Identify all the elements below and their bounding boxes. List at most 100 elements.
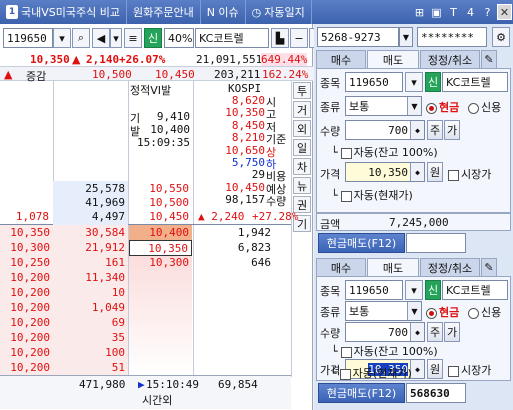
side-tab[interactable]: 거 — [293, 101, 311, 118]
trade-price: 10,200 — [0, 345, 53, 361]
market-price-checkbox[interactable]: 시장가 — [448, 362, 491, 378]
tab-sell-2[interactable]: 매도 — [367, 258, 419, 276]
menu-auto-journal[interactable]: ◷ 자동일지 — [246, 0, 312, 24]
password-field[interactable]: ******** — [417, 27, 487, 47]
num4-icon[interactable]: 4 — [463, 4, 478, 20]
list-icon[interactable]: ≡ — [124, 28, 142, 48]
cash-radio[interactable]: 현금 — [426, 99, 459, 115]
tab-buy-2[interactable]: 매수 — [316, 258, 366, 276]
up-arrow-icon: ▲ — [72, 52, 81, 66]
trade-price: 10,200 — [0, 300, 53, 316]
arrow-down-icon[interactable]: ▾ — [110, 28, 122, 48]
footer-time: 15:10:49 — [146, 378, 199, 391]
auto-remain-checkbox[interactable]: └ 자동(잔고 100%) — [331, 144, 438, 160]
side-tab[interactable]: 일 — [293, 139, 311, 156]
code-input[interactable]: 119650 — [345, 280, 403, 300]
vi-trigger-value: 10,400 — [150, 123, 190, 136]
dropdown-icon[interactable]: ▾ — [405, 280, 423, 300]
footer-up-icon: ▶ — [138, 378, 145, 391]
code-input[interactable]: 119650 — [345, 72, 403, 92]
stepper-icon[interactable]: ◆ — [410, 163, 424, 181]
footer-time-label: 시간외 — [142, 394, 173, 407]
trade-price: 10,200 — [0, 360, 53, 376]
type-select[interactable]: 보통 ▼ — [345, 96, 422, 116]
stepper-icon[interactable]: ◆ — [410, 323, 424, 341]
qty-input[interactable]: 700 ◆ — [345, 322, 425, 342]
trade-qty: 161 — [53, 255, 128, 271]
orderbook-header: ▲ 증감 10,500 10,450 203,211 162.24% — [0, 66, 313, 83]
cash-radio[interactable]: 현금 — [426, 304, 459, 320]
auto-remain-checkbox[interactable]: └ 자동(잔고 100%) — [331, 343, 438, 359]
side-tab[interactable]: 뉴 — [293, 177, 311, 194]
header-col2: 10,500 — [92, 68, 132, 81]
edit-icon[interactable]: ✎ — [481, 50, 497, 68]
price-label: 가격 — [320, 168, 341, 181]
text-icon[interactable]: ▣ — [429, 4, 444, 20]
credit-radio[interactable]: 신용 — [468, 99, 501, 115]
trade-price: 10,200 — [0, 270, 53, 286]
stock-code-input[interactable]: 119650 — [3, 28, 53, 48]
tab-sell[interactable]: 매도 — [367, 50, 419, 68]
type-select[interactable]: 보통 ▼ — [345, 301, 422, 321]
close-icon[interactable]: ✕ — [497, 4, 512, 20]
qty-label: 수량 — [320, 327, 341, 340]
amount-label: 금액 — [320, 218, 341, 231]
auto-current-checkbox[interactable]: └ 자동(현재가) — [330, 365, 412, 381]
auto-current-checkbox[interactable]: └ 자동(현재가) — [331, 187, 413, 203]
qty-unit-button[interactable]: 주 — [427, 322, 443, 342]
menu-won-order-label: 원화주문안내 — [132, 6, 194, 19]
search-icon[interactable]: ⌕ — [72, 28, 90, 48]
kospi-value: 98,157 — [225, 193, 265, 207]
tab-buy[interactable]: 매수 — [316, 50, 366, 68]
amount-row: 금액 7,245,000 — [316, 213, 511, 231]
type-value: 보통 — [349, 100, 370, 113]
side-tab[interactable]: 투 — [293, 82, 311, 99]
side-tab[interactable]: 차 — [293, 158, 311, 175]
qty-price-button[interactable]: 가 — [444, 322, 460, 342]
sell-submit-button-top[interactable]: 현금매도(F12) — [318, 233, 405, 253]
account-number[interactable]: 5268-9273 — [317, 27, 399, 47]
menu-won-order[interactable]: 원화주문안내 — [127, 0, 201, 24]
qty-unit-button[interactable]: 주 — [427, 120, 443, 140]
footer-total-right: 69,854 — [218, 378, 258, 391]
trade-qty: 69 — [53, 315, 128, 331]
menu-issue[interactable]: N 이슈 — [201, 0, 246, 24]
sell-submit-button-bottom[interactable]: 현금매도(F12) — [318, 383, 405, 403]
pin-icon[interactable]: ⊞ — [412, 4, 427, 20]
tab-modify-cancel-2[interactable]: 정정/취소 — [420, 258, 480, 276]
tab-modify-cancel[interactable]: 정정/취소 — [420, 50, 480, 68]
code-label: 종목 — [320, 285, 341, 298]
qty-input[interactable]: 700 ◆ — [345, 120, 425, 140]
order-panel: 5268-9273 ▼ ******** ⚙ 매수 매도 정정/취소 ✎ 종목 … — [314, 24, 513, 410]
minimize-icon[interactable]: − — [290, 28, 308, 48]
kospi-value: 10,450 — [225, 180, 265, 194]
price-change-pct: +26.07% — [119, 52, 166, 66]
price-input[interactable]: 10,350 ◆ — [345, 162, 425, 182]
edit-icon[interactable]: ✎ — [481, 258, 497, 276]
top-sell-form: 종목 119650 ▾ 신 KC코트렐 종류 보통 ▼ 현금 신용 수량 700 ◆… — [316, 68, 511, 213]
price-summary-bar: 10,350 ▲ 2,140 +26.07% 21,091,551 649.44… — [0, 52, 313, 66]
account-dropdown-icon[interactable]: ▼ — [399, 27, 413, 47]
header-col4: 203,211 — [214, 68, 261, 81]
price-unit-button[interactable]: 원 — [427, 359, 443, 379]
bid-qty: 1,942 — [237, 226, 271, 239]
price-unit-button[interactable]: 원 — [427, 162, 443, 182]
chart-icon[interactable]: ▙ — [271, 28, 289, 48]
speaker-icon[interactable]: ◀ — [92, 28, 110, 48]
dropdown-icon[interactable]: ▾ — [53, 28, 71, 48]
market-price-checkbox[interactable]: 시장가 — [448, 166, 491, 182]
help-icon[interactable]: ? — [480, 4, 495, 20]
kospi-value: 29 — [251, 168, 265, 182]
credit-radio[interactable]: 신용 — [468, 304, 501, 320]
qty-price-button[interactable]: 가 — [444, 120, 460, 140]
stepper-icon[interactable]: ◆ — [410, 360, 424, 378]
trade-qty: 11,340 — [53, 270, 128, 286]
t-icon[interactable]: T — [446, 4, 461, 20]
stepper-icon[interactable]: ◆ — [410, 121, 424, 139]
bottom-order-tabs: 매수 매도 정정/취소 ✎ — [316, 258, 511, 276]
side-tab[interactable]: 외 — [293, 120, 311, 137]
trade-price: 10,300 — [0, 240, 53, 256]
settings-icon[interactable]: ⚙ — [492, 27, 510, 47]
dropdown-icon[interactable]: ▾ — [405, 72, 423, 92]
menu-compare[interactable]: 1 국내VS미국주식 비교 — [0, 0, 127, 24]
